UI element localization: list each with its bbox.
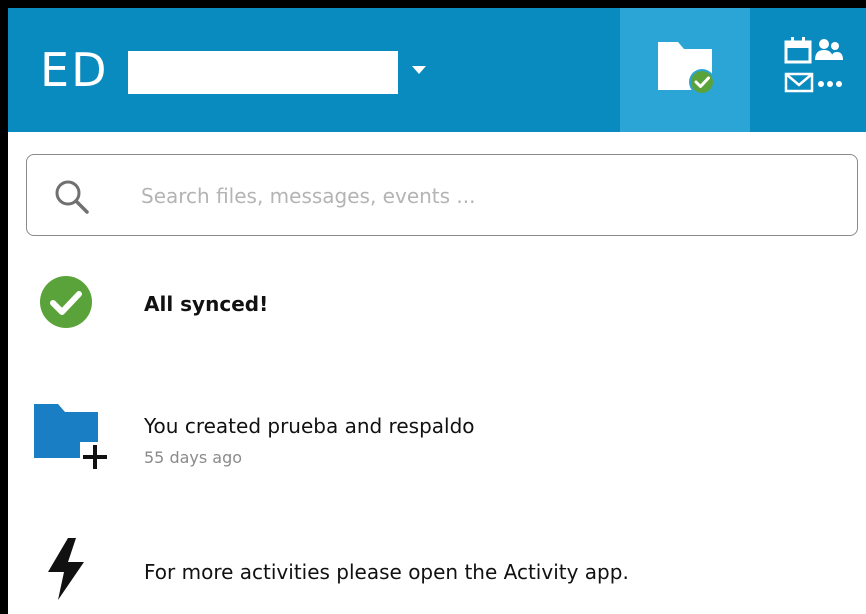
app-window: ED Search files, messages, events ... Al… [0, 0, 866, 614]
folder-add-icon [34, 404, 110, 472]
search-input[interactable] [139, 177, 833, 215]
header-bar: ED [8, 8, 866, 132]
calendar-icon [784, 37, 812, 64]
account-name-field[interactable] [128, 51, 398, 94]
files-sync-button[interactable] [620, 8, 750, 132]
activity-item-text: You created prueba and respaldo [144, 414, 475, 438]
contacts-icon [815, 39, 843, 60]
search-box[interactable] [26, 154, 858, 236]
activity-item-time: 55 days ago [144, 448, 243, 467]
chevron-down-icon[interactable] [412, 66, 426, 74]
avatar[interactable]: ED [40, 42, 109, 98]
apps-menu-button[interactable] [768, 8, 866, 132]
check-circle-icon [40, 276, 92, 328]
sync-status-text: All synced! [144, 292, 269, 316]
more-activities-text[interactable]: For more activities please open the Acti… [144, 560, 629, 584]
more-icon [818, 81, 842, 87]
folder-check-icon [658, 42, 715, 95]
sync-status-row: All synced! [8, 270, 866, 336]
apps-icon [784, 37, 843, 93]
more-activities-row[interactable]: For more activities please open the Acti… [8, 534, 866, 604]
mail-icon [784, 72, 814, 93]
activity-item: You created prueba and respaldo 55 days … [8, 396, 866, 476]
lightning-icon [48, 538, 84, 600]
search-icon [55, 180, 89, 214]
